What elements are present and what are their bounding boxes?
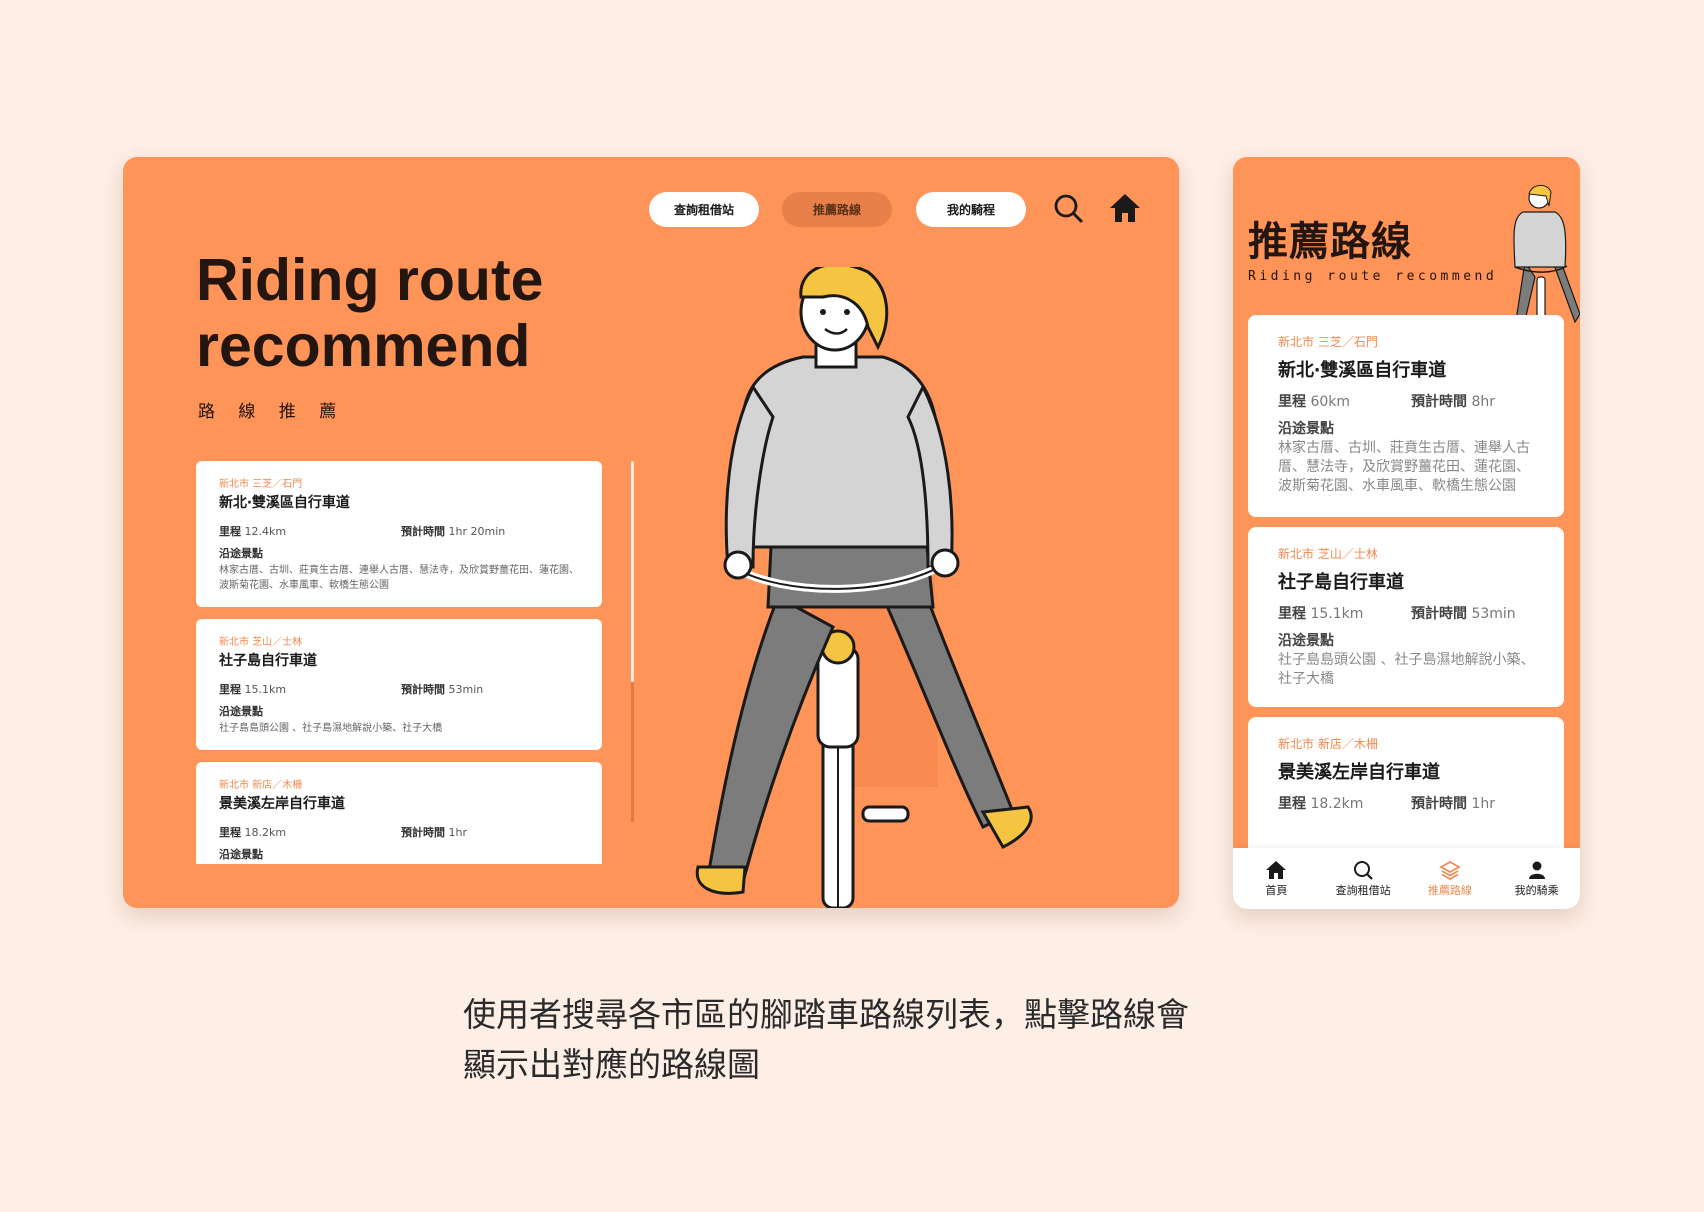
user-icon (1528, 861, 1545, 879)
cyclist-illustration (695, 267, 1033, 908)
search-icon (1354, 861, 1373, 880)
route-name: 社子島自行車道 (219, 653, 317, 669)
nav-stations-button[interactable]: 查詢租借站 (649, 192, 759, 227)
route-sights: 社子島島頭公園 、社子島濕地解說小築、社子大橋 (1278, 652, 1535, 687)
route-card[interactable]: 新北市 芝山／士林 社子島自行車道 里程 15.1km 預計時間 53min 沿… (196, 619, 602, 750)
route-card[interactable]: 新北市 新店／木柵 景美溪左岸自行車道 里程 18.2km 預計時間 1hr 沿… (196, 762, 602, 864)
route-sights-label: 沿途景點 (219, 705, 263, 718)
tab-my-rides[interactable]: 我的騎乘 (1493, 848, 1580, 909)
route-sights: 社子島島頭公園 、社子島濕地解說小築、社子大橋 (219, 723, 443, 734)
route-name: 社子島自行車道 (1278, 572, 1404, 593)
route-distance: 里程 15.1km (1278, 606, 1364, 622)
route-sights: 林家古厝、古圳、莊賁生古厝、連舉人古厝、慧法寺，及欣賞野薑花田、蓮花園、波斯菊花… (1278, 440, 1530, 494)
route-name: 景美溪左岸自行車道 (219, 796, 345, 812)
route-card[interactable]: 新北市 三芝／石門 新北‧雙溪區自行車道 里程 12.4km 預計時間 1hr … (196, 461, 602, 607)
route-distance: 里程 18.2km (1278, 796, 1364, 812)
description-caption: 使用者搜尋各市區的腳踏車路線列表，點擊路線會 顯示出對應的路線圖 (463, 995, 1189, 1084)
tab-stations[interactable]: 查詢租借站 (1320, 848, 1407, 909)
route-time: 預計時間 8hr (1411, 394, 1495, 410)
route-region: 新北市 芝山／士林 (1278, 547, 1378, 561)
mobile-page-title: 推薦路線 (1248, 219, 1412, 265)
route-sights-label: 沿途景點 (219, 547, 263, 560)
route-distance: 里程 12.4km (219, 525, 287, 538)
route-sights: 林家古厝、古圳、莊賁生古厝、連舉人古厝、慧法寺，及欣賞野薑花田、蓮花園、波斯菊花… (219, 565, 579, 591)
page-title: Riding route recommend (196, 247, 544, 379)
route-distance: 里程 60km (1278, 394, 1351, 410)
route-name: 景美溪左岸自行車道 (1278, 762, 1440, 783)
route-time: 預計時間 53min (1411, 606, 1516, 622)
tab-label: 首頁 (1265, 884, 1288, 897)
route-name: 新北‧雙溪區自行車道 (219, 495, 350, 511)
route-sights-label: 沿途景點 (219, 848, 263, 861)
route-time: 預計時間 1hr (401, 826, 467, 839)
route-time: 預計時間 53min (401, 683, 484, 696)
nav-routes-button[interactable]: 推薦路線 (782, 192, 892, 227)
tab-label: 我的騎乘 (1514, 884, 1559, 897)
route-sights-label: 沿途景點 (1278, 633, 1334, 649)
route-region: 新北市 芝山／士林 (219, 637, 303, 648)
layers-icon (1439, 860, 1461, 880)
route-name: 新北‧雙溪區自行車道 (1278, 360, 1447, 381)
route-region: 新北市 三芝／石門 (1278, 335, 1378, 349)
route-time: 預計時間 1hr 20min (401, 525, 506, 538)
route-card[interactable]: 新北市 芝山／士林 社子島自行車道 里程 15.1km 預計時間 53min 沿… (1248, 527, 1564, 707)
nav-rides-button[interactable]: 我的騎程 (916, 192, 1026, 227)
page-subtitle: 路 線 推 薦 (198, 402, 346, 422)
home-icon[interactable] (1107, 190, 1143, 226)
mobile-page-subtitle: Riding route recommend (1248, 269, 1498, 284)
route-distance: 里程 15.1km (219, 683, 287, 696)
search-icon[interactable] (1050, 190, 1086, 226)
route-time: 預計時間 1hr (1411, 796, 1495, 812)
list-scrollbar-track[interactable] (631, 682, 634, 822)
tab-label: 查詢租借站 (1335, 884, 1391, 897)
mobile-mockup: 推薦路線 Riding route recommend 新北市 三芝／石門 新北… (1233, 157, 1580, 909)
tab-label: 推薦路線 (1427, 884, 1472, 897)
route-region: 新北市 新店／木柵 (1278, 737, 1378, 751)
route-card[interactable]: 新北市 新店／木柵 景美溪左岸自行車道 里程 18.2km 預計時間 1hr (1248, 717, 1564, 857)
bottom-tab-bar: 首頁 查詢租借站 推薦路線 我的騎乘 (1233, 848, 1580, 909)
tab-home[interactable]: 首頁 (1233, 848, 1320, 909)
route-card[interactable]: 新北市 三芝／石門 新北‧雙溪區自行車道 里程 60km 預計時間 8hr 沿途… (1248, 315, 1564, 517)
route-region: 新北市 三芝／石門 (219, 479, 303, 490)
route-distance: 里程 18.2km (219, 826, 287, 839)
home-icon (1266, 861, 1287, 879)
route-sights-label: 沿途景點 (1278, 421, 1334, 437)
list-scrollbar-thumb[interactable] (631, 461, 634, 682)
desktop-mockup: 查詢租借站 推薦路線 我的騎程 Riding route recommend 路 … (123, 157, 1179, 908)
route-region: 新北市 新店／木柵 (219, 780, 303, 791)
tab-routes[interactable]: 推薦路線 (1407, 848, 1494, 909)
